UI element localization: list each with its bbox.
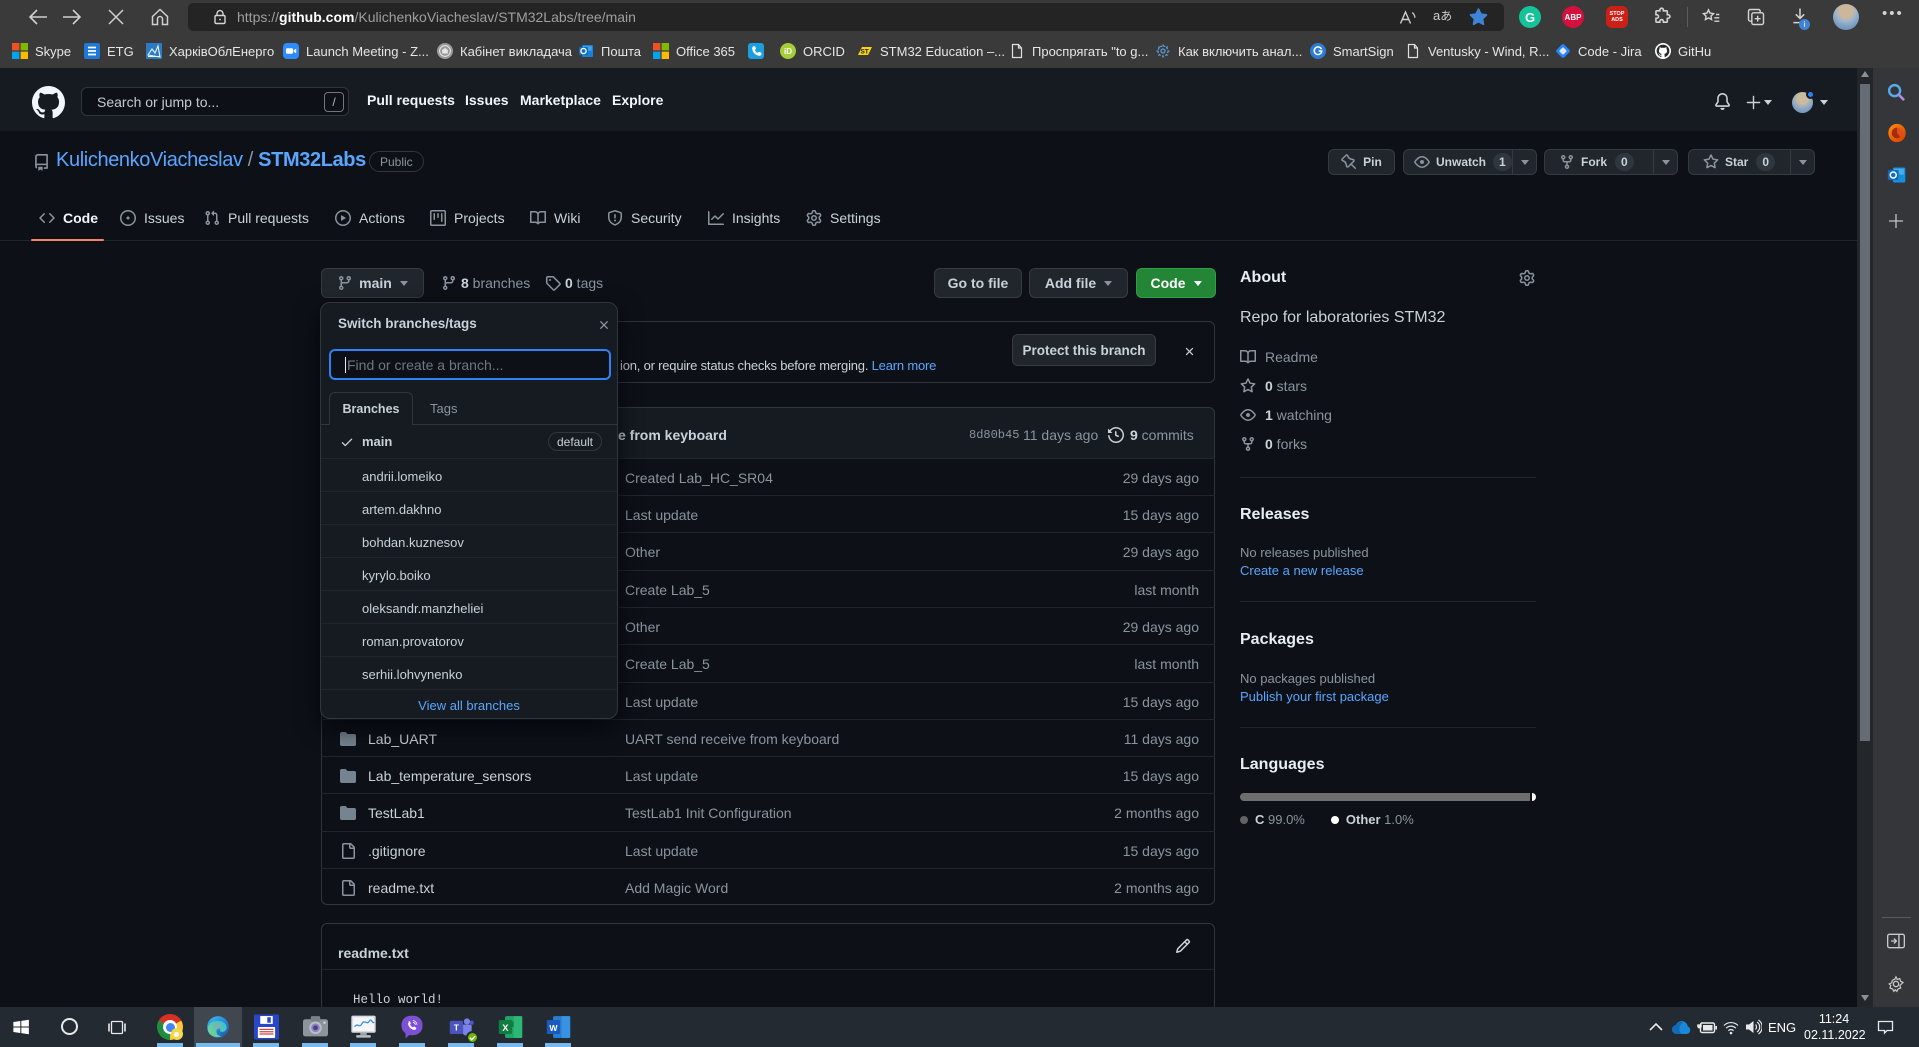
svg-text:T: T — [454, 1023, 460, 1033]
svg-text:ST: ST — [860, 49, 868, 56]
svg-text:iD: iD — [784, 47, 792, 56]
svg-text:W: W — [549, 1023, 558, 1033]
svg-text:X: X — [502, 1023, 509, 1033]
